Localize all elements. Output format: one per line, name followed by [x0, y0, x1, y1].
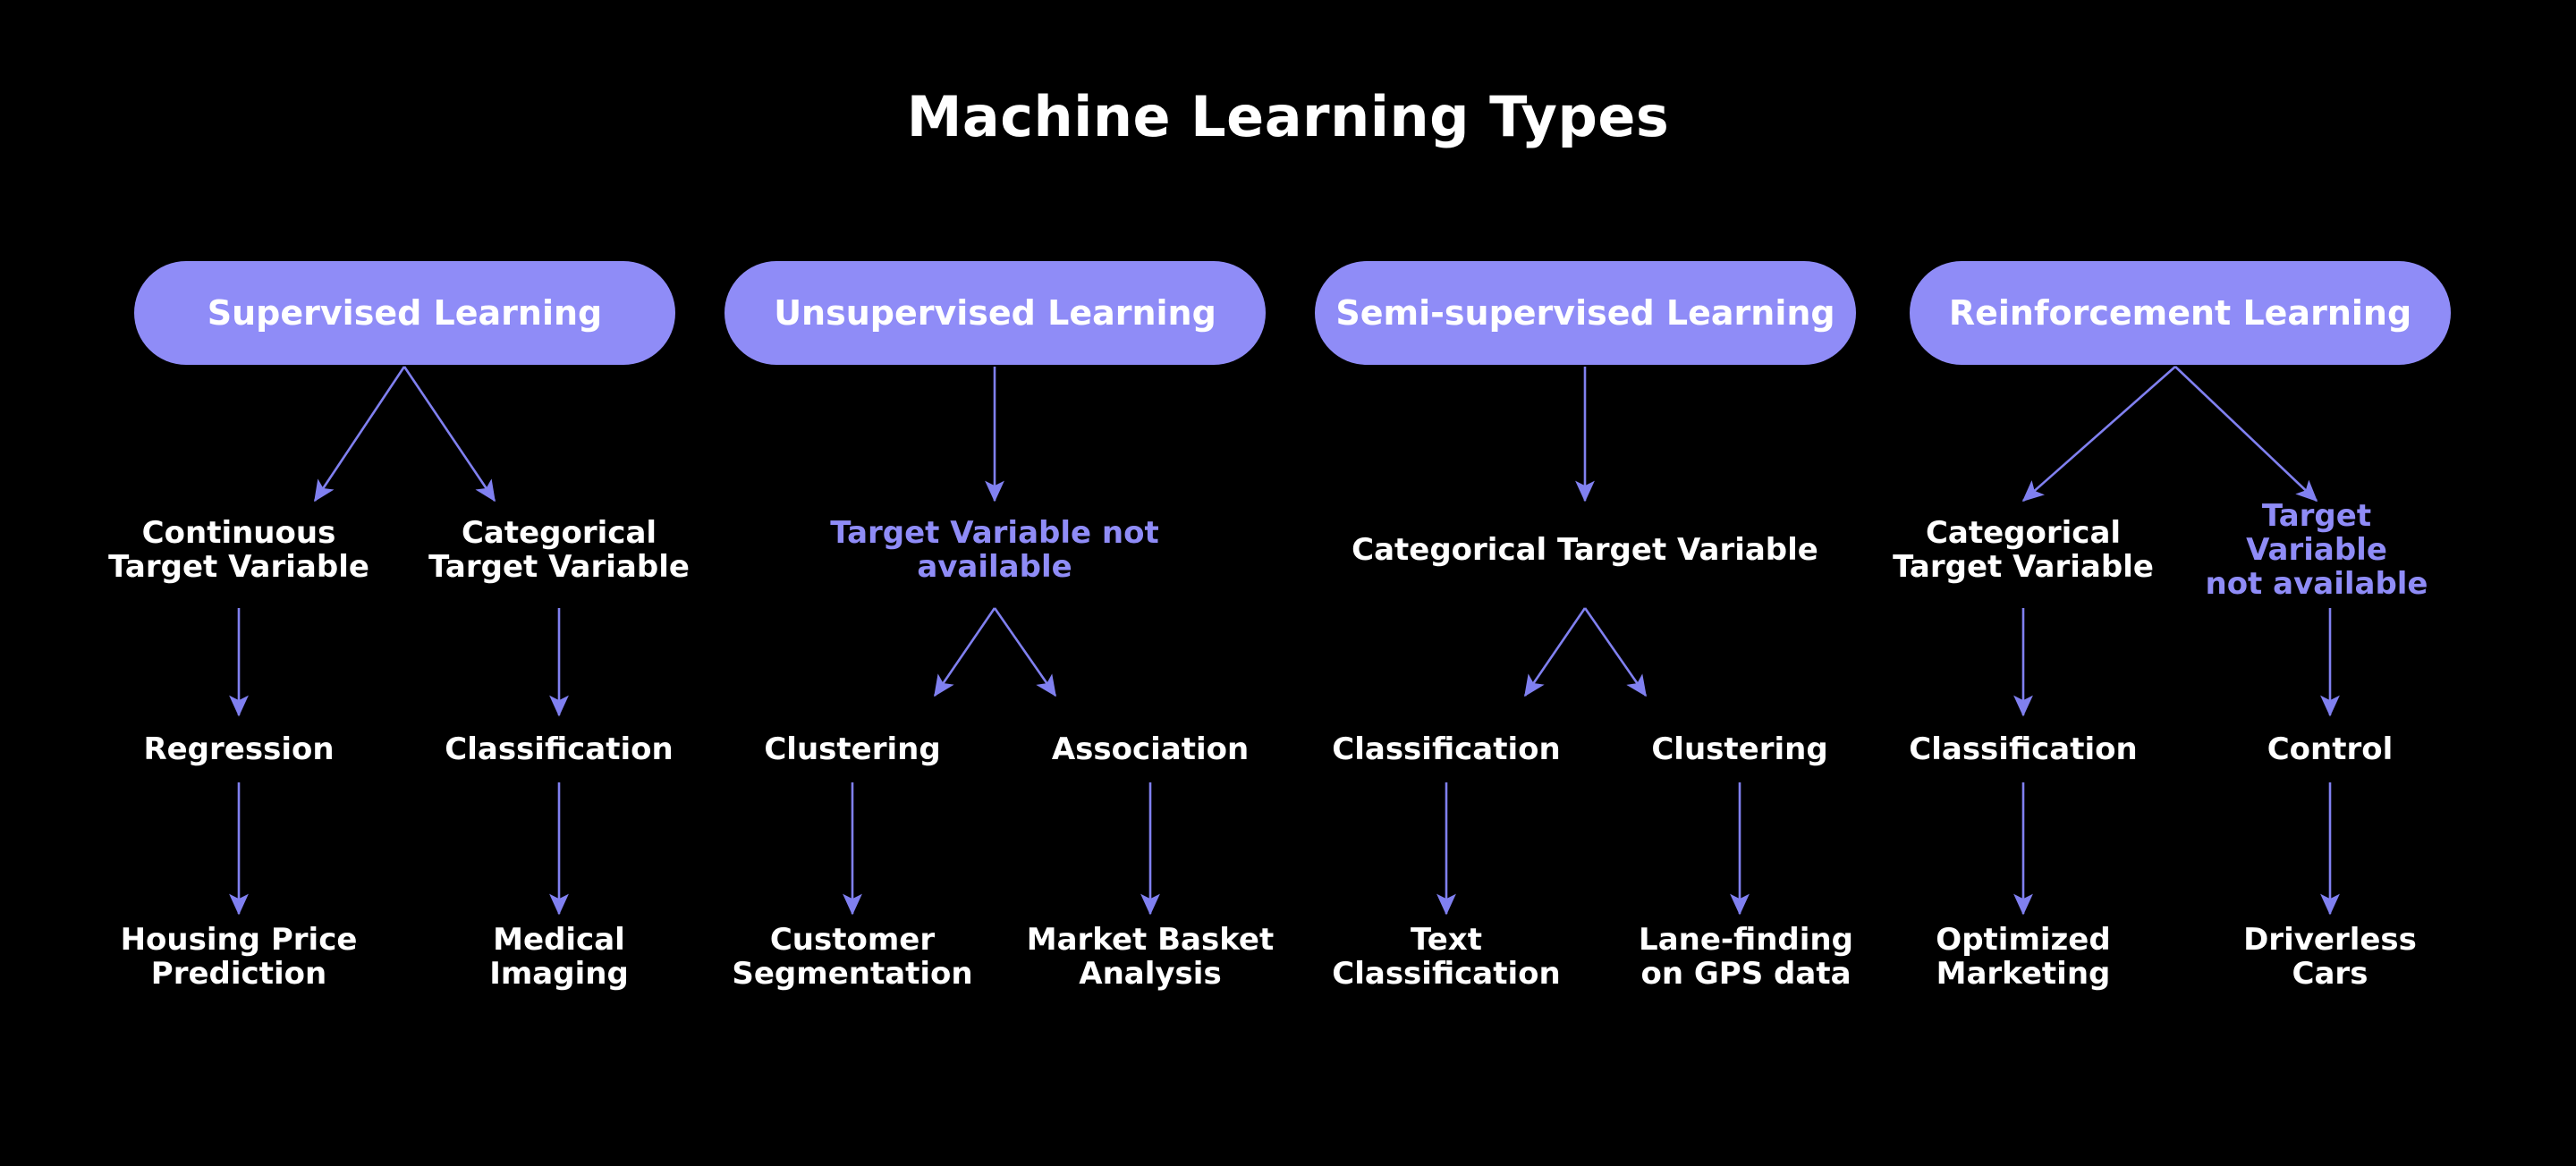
pill-label: Unsupervised Learning [774, 293, 1216, 333]
node-semi-supervised-text-classification: Text Classification [1332, 921, 1561, 992]
node-semi-supervised-lane-finding: Lane-finding on GPS data [1639, 921, 1853, 992]
node-unsupervised-customer-segmentation: Customer Segmentation [732, 921, 973, 992]
pill-label: Semi-supervised Learning [1335, 293, 1835, 333]
node-semi-supervised-classification: Classification [1332, 731, 1561, 767]
node-supervised-medical-imaging: Medical Imaging [489, 921, 629, 992]
pill-unsupervised-learning[interactable]: Unsupervised Learning [724, 261, 1266, 365]
node-supervised-categorical-target: Categorical Target Variable [428, 514, 690, 585]
page-title: Machine Learning Types [906, 84, 1670, 149]
node-unsupervised-clustering: Clustering [764, 731, 941, 767]
pill-reinforcement-learning[interactable]: Reinforcement Learning [1910, 261, 2451, 365]
node-unsupervised-association: Association [1051, 731, 1250, 767]
node-supervised-housing-price-prediction: Housing Price Prediction [120, 921, 358, 992]
node-unsupervised-target-not-available: Target Variable not available [830, 514, 1159, 585]
node-supervised-classification: Classification [445, 731, 674, 767]
node-semi-supervised-categorical-target: Categorical Target Variable [1352, 531, 1818, 568]
pill-label: Supervised Learning [207, 293, 603, 333]
node-reinforcement-categorical-target: Categorical Target Variable [1893, 514, 2154, 585]
node-unsupervised-market-basket-analysis: Market Basket Analysis [1026, 921, 1275, 992]
diagram-canvas: Machine Learning Types Supervised Learni… [0, 0, 2576, 1166]
node-reinforcement-driverless-cars: Driverless Cars [2243, 921, 2417, 992]
node-reinforcement-classification: Classification [1909, 731, 2138, 767]
node-supervised-continuous-target: Continuous Target Variable [108, 514, 369, 585]
node-semi-supervised-clustering: Clustering [1651, 731, 1828, 767]
pill-supervised-learning[interactable]: Supervised Learning [134, 261, 675, 365]
node-supervised-regression: Regression [143, 731, 335, 767]
node-reinforcement-control: Control [2267, 731, 2394, 767]
node-reinforcement-target-not-available: Target Variable not available [2205, 497, 2428, 603]
node-reinforcement-optimized-marketing: Optimized Marketing [1936, 921, 2111, 992]
pill-label: Reinforcement Learning [1948, 293, 2412, 333]
pill-semi-supervised-learning[interactable]: Semi-supervised Learning [1315, 261, 1856, 365]
